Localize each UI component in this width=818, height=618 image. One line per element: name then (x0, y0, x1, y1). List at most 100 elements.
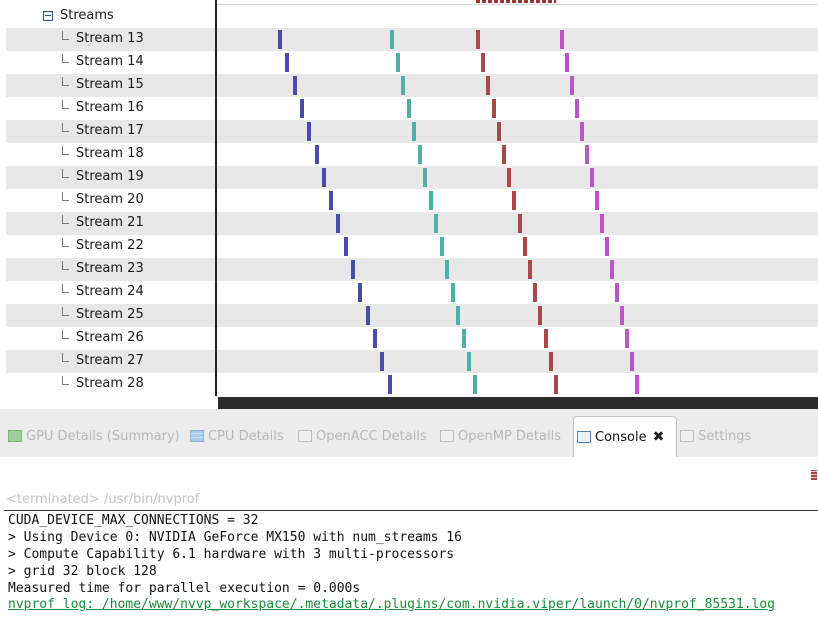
stream-row[interactable]: Stream 22 (6, 235, 818, 258)
kernel-marker[interactable] (538, 306, 543, 325)
kernel-marker[interactable] (496, 122, 501, 141)
tree-branch-icon (62, 376, 69, 385)
kernel-marker[interactable] (491, 99, 496, 118)
kernel-marker[interactable] (472, 375, 477, 394)
horizontal-scrollbar[interactable] (218, 397, 818, 409)
kernel-marker[interactable] (548, 352, 553, 371)
collapse-icon[interactable] (43, 11, 53, 21)
kernel-marker[interactable] (575, 99, 579, 118)
kernel-marker[interactable] (428, 191, 433, 210)
kernel-marker[interactable] (434, 214, 438, 233)
streams-group-label: Streams (60, 8, 114, 23)
close-icon[interactable]: ✖ (653, 429, 665, 445)
kernel-marker[interactable] (481, 53, 486, 72)
kernel-marker[interactable] (321, 168, 326, 187)
timeline-view[interactable]: Streams Stream 13 Stream 14 Stream 15 Strea… (0, 0, 818, 409)
kernel-marker[interactable] (476, 30, 480, 49)
kernel-marker[interactable] (533, 283, 538, 302)
kernel-marker[interactable] (635, 375, 639, 394)
stream-row[interactable]: Stream 15 (6, 74, 818, 97)
stream-row[interactable]: Stream 20 (6, 189, 818, 212)
kernel-marker[interactable] (456, 306, 460, 325)
kernel-marker[interactable] (467, 352, 471, 371)
kernel-marker[interactable] (278, 30, 282, 49)
tab-openacc-details[interactable]: OpenACC Details (298, 425, 427, 447)
tab-settings[interactable]: Settings (680, 425, 751, 447)
stream-row[interactable]: Stream 23 (6, 258, 818, 281)
stream-row[interactable]: Stream 28 (6, 373, 818, 396)
kernel-marker[interactable] (570, 76, 574, 95)
tab-console[interactable]: Console ✖ (573, 416, 677, 457)
kernel-marker[interactable] (580, 122, 584, 141)
kernel-marker[interactable] (343, 237, 348, 256)
kernel-marker[interactable] (372, 329, 377, 348)
kernel-marker[interactable] (554, 375, 558, 394)
kernel-marker[interactable] (380, 352, 385, 371)
kernel-marker[interactable] (610, 260, 614, 279)
kernel-marker[interactable] (461, 329, 466, 348)
stream-row[interactable]: Stream 26 (6, 327, 818, 350)
kernel-marker[interactable] (625, 329, 629, 348)
stream-row[interactable]: Stream 17 (6, 120, 818, 143)
stream-row[interactable]: Stream 25 (6, 304, 818, 327)
kernel-marker[interactable] (486, 76, 491, 95)
stream-row[interactable]: Stream 21 (6, 212, 818, 235)
tab-cpu-details[interactable]: CPU Details (190, 425, 284, 447)
console-toolbar-icon[interactable] (811, 470, 817, 480)
kernel-marker[interactable] (387, 375, 392, 394)
kernel-marker[interactable] (560, 30, 564, 49)
kernel-marker[interactable] (406, 99, 411, 118)
console-panel[interactable]: <terminated> /usr/bin/nvprof CUDA_DEVICE… (0, 457, 818, 618)
kernel-marker[interactable] (512, 191, 517, 210)
kernel-marker[interactable] (600, 214, 604, 233)
kernel-marker[interactable] (401, 76, 405, 95)
kernel-marker[interactable] (351, 260, 355, 279)
kernel-marker[interactable] (285, 53, 290, 72)
stream-row[interactable]: Stream 18 (6, 143, 818, 166)
kernel-marker[interactable] (336, 214, 341, 233)
tab-gpu-details[interactable]: GPU Details (Summary) (8, 425, 180, 447)
kernel-marker[interactable] (412, 122, 416, 141)
kernel-marker[interactable] (615, 283, 619, 302)
kernel-marker[interactable] (307, 122, 312, 141)
kernel-marker[interactable] (329, 191, 334, 210)
kernel-marker[interactable] (605, 237, 609, 256)
kernel-marker[interactable] (423, 168, 427, 187)
kernel-marker[interactable] (543, 329, 548, 348)
kernel-marker[interactable] (522, 237, 527, 256)
kernel-marker[interactable] (502, 145, 506, 164)
streams-group-header[interactable]: Streams (0, 6, 215, 28)
kernel-marker[interactable] (620, 306, 624, 325)
pane-splitter[interactable] (215, 0, 217, 396)
stream-row[interactable]: Stream 16 (6, 97, 818, 120)
kernel-marker[interactable] (358, 283, 363, 302)
kernel-marker[interactable] (565, 53, 569, 72)
kernel-marker[interactable] (528, 260, 532, 279)
kernel-marker[interactable] (585, 145, 589, 164)
kernel-marker[interactable] (450, 283, 455, 302)
kernel-marker[interactable] (630, 352, 634, 371)
kernel-marker[interactable] (314, 145, 319, 164)
tab-openmp-details[interactable]: OpenMP Details (440, 425, 561, 447)
stream-row[interactable]: Stream 27 (6, 350, 818, 373)
kernel-marker[interactable] (439, 237, 444, 256)
stream-row[interactable]: Stream 24 (6, 281, 818, 304)
kernel-marker[interactable] (390, 30, 394, 49)
kernel-marker[interactable] (507, 168, 512, 187)
stream-row[interactable]: Stream 19 (6, 166, 818, 189)
kernel-marker[interactable] (365, 306, 370, 325)
kernel-marker[interactable] (517, 214, 522, 233)
stream-label: Stream 27 (76, 353, 144, 368)
nvprof-log-link[interactable]: nvprof log: /home/www/nvvp_workspace/.me… (8, 597, 775, 612)
openmp-details-icon (440, 430, 454, 442)
kernel-marker[interactable] (595, 191, 599, 210)
kernel-marker[interactable] (590, 168, 594, 187)
kernel-activity-row[interactable] (476, 0, 556, 3)
kernel-marker[interactable] (299, 99, 304, 118)
kernel-marker[interactable] (292, 76, 297, 95)
kernel-marker[interactable] (395, 53, 400, 72)
kernel-marker[interactable] (445, 260, 449, 279)
stream-row[interactable]: Stream 14 (6, 51, 818, 74)
kernel-marker[interactable] (417, 145, 422, 164)
stream-row[interactable]: Stream 13 (6, 28, 818, 51)
